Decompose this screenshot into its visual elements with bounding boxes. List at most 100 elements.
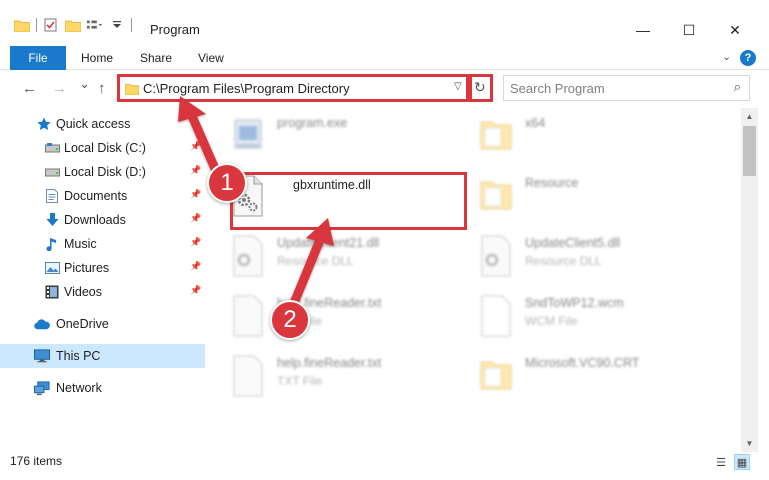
sidebar-item-documents[interactable]: Documents 📌 bbox=[0, 184, 205, 208]
toolbar-separator bbox=[131, 18, 132, 32]
chevron-down-icon[interactable]: ⌄ bbox=[722, 50, 731, 63]
sidebar-item-label: Pictures bbox=[64, 261, 110, 275]
file-item[interactable]: help.fineReader.txt TXT File bbox=[221, 290, 461, 346]
downloads-icon bbox=[44, 212, 60, 228]
pin-icon[interactable]: 📌 bbox=[190, 237, 201, 248]
pin-icon[interactable]: 📌 bbox=[190, 141, 201, 152]
text-file-icon bbox=[231, 354, 265, 398]
file-item[interactable]: program.exe bbox=[221, 110, 461, 166]
file-type: Resource DLL bbox=[525, 254, 602, 268]
file-name: Resource bbox=[525, 176, 579, 190]
refresh-icon[interactable]: ↻ bbox=[474, 79, 486, 96]
address-dropdown-icon[interactable]: ▽ bbox=[454, 81, 462, 92]
sidebar-item-label: Documents bbox=[64, 189, 128, 203]
file-name: UpdateClient5.dll bbox=[525, 236, 621, 250]
pin-icon[interactable]: 📌 bbox=[190, 165, 201, 176]
file-item[interactable]: Resource bbox=[469, 170, 709, 226]
file-type: WCM File bbox=[525, 314, 578, 328]
application-icon bbox=[231, 114, 265, 158]
sidebar-item-label: Local Disk (D:) bbox=[64, 165, 146, 179]
dropdown-arrow-icon[interactable] bbox=[109, 18, 125, 32]
pin-icon[interactable]: 📌 bbox=[190, 189, 201, 200]
large-icons-view-icon[interactable]: ▦ bbox=[734, 454, 750, 470]
vertical-scrollbar[interactable]: ▲ ▼ bbox=[741, 108, 758, 452]
videos-icon bbox=[44, 284, 60, 300]
blank-file-icon bbox=[479, 294, 513, 338]
window-title: Program bbox=[150, 22, 200, 37]
file-name: program.exe bbox=[277, 116, 348, 130]
tab-view[interactable]: View bbox=[198, 51, 224, 65]
drive-icon bbox=[44, 164, 60, 180]
sidebar-item-network[interactable]: Network bbox=[0, 376, 205, 400]
close-icon: ✕ bbox=[729, 21, 741, 38]
file-name: SndToWP12.wcm bbox=[525, 296, 624, 310]
sidebar-item-label: Quick access bbox=[56, 117, 131, 131]
file-item[interactable]: UpdateClient21.dll Resource DLL bbox=[221, 230, 461, 286]
back-arrow-icon[interactable]: ← bbox=[22, 80, 37, 97]
file-type: TXT File bbox=[277, 374, 323, 388]
search-icon[interactable]: ⌕ bbox=[734, 79, 741, 95]
file-item-gbxruntime-dll[interactable]: gbxruntime.dll bbox=[221, 170, 461, 226]
music-icon bbox=[44, 236, 60, 252]
address-path[interactable]: C:\Program Files\Program Directory bbox=[143, 81, 350, 96]
file-item[interactable]: help.fineReader.txt TXT File bbox=[221, 350, 461, 406]
file-item[interactable]: x64 bbox=[469, 110, 709, 166]
close-button[interactable]: ✕ bbox=[712, 18, 758, 42]
maximize-icon: ☐ bbox=[682, 21, 696, 38]
address-bar[interactable]: C:\Program Files\Program Directory ▽ ↻ bbox=[117, 75, 492, 101]
text-file-icon bbox=[231, 294, 265, 338]
tab-share[interactable]: Share bbox=[140, 51, 172, 65]
forward-arrow-icon[interactable]: → bbox=[52, 80, 67, 97]
up-arrow-icon[interactable]: ↑ bbox=[98, 80, 106, 97]
sidebar-item-pictures[interactable]: Pictures 📌 bbox=[0, 256, 205, 280]
dll-gear-icon bbox=[479, 234, 513, 278]
file-item[interactable]: Microsoft.VC90.CRT bbox=[469, 350, 709, 406]
navigation-pane: Quick access Local Disk (C:) 📌 Local Dis… bbox=[0, 108, 205, 448]
pictures-icon bbox=[44, 260, 60, 276]
sidebar-item-label: This PC bbox=[56, 349, 101, 363]
sidebar-item-label: Downloads bbox=[64, 213, 126, 227]
sidebar-item-this-pc[interactable]: This PC bbox=[0, 344, 205, 368]
folder-icon bbox=[479, 174, 513, 218]
minimize-button[interactable]: — bbox=[620, 18, 666, 42]
sidebar-item-local-disk-c[interactable]: Local Disk (C:) 📌 bbox=[0, 136, 205, 160]
file-item[interactable]: UpdateClient5.dll Resource DLL bbox=[469, 230, 709, 286]
scroll-thumb[interactable] bbox=[743, 126, 756, 176]
recent-locations-icon[interactable]: ⌄ bbox=[79, 76, 90, 92]
pin-icon[interactable]: 📌 bbox=[190, 261, 201, 272]
scroll-down-arrow-icon[interactable]: ▼ bbox=[741, 435, 758, 452]
details-view-icon[interactable]: ☰ bbox=[713, 454, 729, 470]
search-input[interactable] bbox=[510, 80, 720, 97]
network-icon bbox=[34, 380, 50, 396]
pin-icon[interactable]: 📌 bbox=[190, 285, 201, 296]
sidebar-item-local-disk-d[interactable]: Local Disk (D:) 📌 bbox=[0, 160, 205, 184]
sidebar-item-downloads[interactable]: Downloads 📌 bbox=[0, 208, 205, 232]
pin-icon[interactable]: 📌 bbox=[190, 213, 201, 224]
help-button[interactable]: ? bbox=[740, 50, 756, 66]
sidebar-item-quick-access[interactable]: Quick access bbox=[0, 112, 205, 136]
new-folder-icon[interactable] bbox=[65, 18, 81, 32]
folder-icon[interactable] bbox=[14, 18, 30, 32]
file-type: Resource DLL bbox=[277, 254, 354, 268]
cloud-icon bbox=[34, 316, 50, 332]
sidebar-item-onedrive[interactable]: OneDrive bbox=[0, 312, 205, 336]
file-item[interactable]: SndToWP12.wcm WCM File bbox=[469, 290, 709, 346]
minimize-icon: — bbox=[636, 22, 650, 38]
tab-file[interactable]: File bbox=[10, 46, 66, 70]
properties-icon[interactable] bbox=[43, 18, 59, 32]
star-icon bbox=[36, 116, 52, 132]
scroll-up-arrow-icon[interactable]: ▲ bbox=[741, 108, 758, 125]
drive-icon bbox=[44, 140, 60, 156]
tab-home[interactable]: Home bbox=[81, 51, 113, 65]
search-box[interactable]: ⌕ bbox=[503, 75, 750, 101]
sidebar-item-music[interactable]: Music 📌 bbox=[0, 232, 205, 256]
sidebar-item-videos[interactable]: Videos 📌 bbox=[0, 280, 205, 304]
folder-icon bbox=[479, 354, 513, 398]
maximize-button[interactable]: ☐ bbox=[666, 18, 712, 42]
customize-toolbar-icon[interactable] bbox=[87, 18, 103, 32]
file-name: gbxruntime.dll bbox=[293, 178, 371, 192]
sidebar-item-label: Music bbox=[64, 237, 97, 251]
folder-icon bbox=[124, 83, 140, 98]
step-1-badge: 1 bbox=[207, 163, 247, 203]
title-bar: Program — ☐ ✕ bbox=[0, 0, 769, 44]
